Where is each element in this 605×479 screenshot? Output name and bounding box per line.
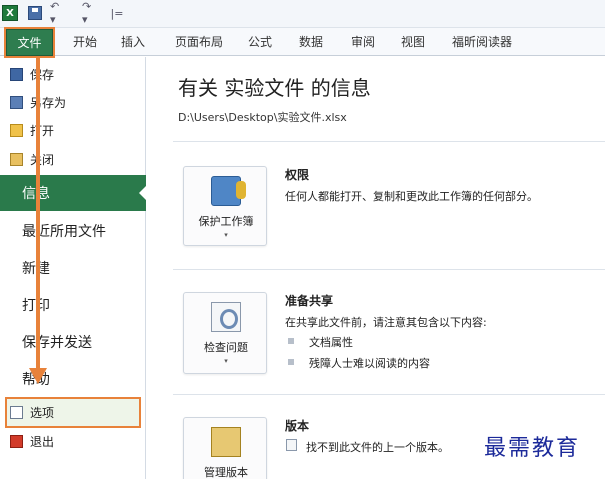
options-page-icon (10, 405, 23, 419)
tab-view[interactable]: 视图 (401, 33, 425, 53)
chevron-down-icon: ▾ (224, 357, 228, 365)
watermark: 最需教育 (484, 436, 581, 461)
lock-key-icon (211, 176, 246, 206)
nav-new[interactable]: 新建 (0, 250, 146, 286)
excel-logo-icon[interactable]: X (2, 5, 18, 21)
inspect-document-icon (211, 302, 241, 332)
quick-access-toolbar: X ↶ ▾ ↷ ▾ |= (0, 0, 605, 28)
versions-title: 版本 (285, 419, 310, 433)
protect-workbook-label: 保护工作簿 (198, 215, 254, 228)
nav-open-label: 打开 (30, 123, 55, 138)
bullet-icon (288, 338, 294, 344)
info-panel: 有关 实验文件 的信息 D:\Users\Desktop\实验文件.xlsx 保… (147, 57, 605, 479)
tab-review[interactable]: 审阅 (351, 33, 375, 53)
permissions-title: 权限 (285, 168, 310, 182)
permissions-description: 任何人都能打开、复制和更改此工作簿的任何部分。 (285, 190, 538, 203)
ribbon-tab-bar: 开始 插入 页面布局 公式 数据 审阅 视图 福昕阅读器 (0, 28, 605, 56)
tab-insert[interactable]: 插入 (121, 33, 145, 53)
tab-foxit-reader[interactable]: 福昕阅读器 (452, 33, 512, 53)
nav-save-send-label: 保存并发送 (22, 335, 92, 351)
prepare-sharing-description: 在共享此文件前，请注意其包含以下内容: (285, 316, 487, 329)
document-icon (286, 439, 297, 451)
divider (173, 394, 605, 395)
divider (173, 141, 605, 142)
redo-icon[interactable]: ↷ ▾ (82, 0, 98, 26)
annotation-arrow (36, 58, 40, 370)
exit-icon (10, 434, 23, 448)
nav-save-as[interactable]: 另存为 (0, 89, 146, 115)
page-title: 有关 实验文件 的信息 (178, 76, 371, 100)
list-item: 残障人士难以阅读的内容 (309, 357, 430, 370)
nav-close-label: 关闭 (30, 152, 55, 167)
bullet-icon (288, 359, 294, 365)
file-path: D:\Users\Desktop\实验文件.xlsx (178, 111, 347, 124)
tab-data[interactable]: 数据 (299, 33, 323, 53)
nav-info[interactable]: 信息 (0, 175, 147, 211)
close-folder-icon (10, 152, 23, 166)
file-tab-highlight (4, 27, 55, 58)
version-history-icon (211, 427, 241, 457)
nav-exit[interactable]: 退出 (0, 428, 146, 454)
undo-icon[interactable]: ↶ ▾ (50, 0, 66, 26)
tab-formulas[interactable]: 公式 (248, 33, 272, 53)
annotation-arrow-head (29, 368, 47, 384)
list-item: 文档属性 (309, 336, 353, 349)
divider (173, 269, 605, 270)
nav-save-send[interactable]: 保存并发送 (0, 324, 146, 360)
manage-versions-button[interactable]: 管理版本 (183, 417, 267, 479)
check-for-issues-label: 检查问题 (204, 341, 248, 354)
chevron-down-icon: ▾ (224, 231, 228, 239)
quick-save-icon[interactable] (28, 6, 42, 20)
nav-print[interactable]: 打印 (0, 287, 146, 323)
prepare-sharing-title: 准备共享 (285, 294, 334, 308)
save-icon (10, 67, 23, 81)
nav-save[interactable]: 保存 (0, 61, 146, 87)
nav-recent[interactable]: 最近所用文件 (0, 213, 146, 249)
save-as-icon (10, 95, 23, 109)
tab-home[interactable]: 开始 (73, 33, 97, 53)
nav-options-label: 选项 (30, 405, 55, 420)
tab-page-layout[interactable]: 页面布局 (175, 33, 223, 53)
check-for-issues-button[interactable]: 检查问题 ▾ (183, 292, 267, 374)
nav-close[interactable]: 关闭 (0, 146, 146, 172)
nav-options[interactable]: 选项 (0, 399, 146, 425)
versions-description: 找不到此文件的上一个版本。 (306, 441, 449, 454)
nav-open[interactable]: 打开 (0, 117, 146, 143)
nav-exit-label: 退出 (30, 434, 55, 449)
manage-versions-label: 管理版本 (204, 466, 248, 479)
nav-help[interactable]: 帮助 (0, 361, 146, 397)
nav-recent-label: 最近所用文件 (22, 224, 106, 240)
nav-save-label: 保存 (30, 67, 55, 82)
customize-qat-icon[interactable]: |= (111, 4, 124, 22)
open-folder-icon (10, 123, 23, 137)
protect-workbook-button[interactable]: 保护工作簿 ▾ (183, 166, 267, 246)
